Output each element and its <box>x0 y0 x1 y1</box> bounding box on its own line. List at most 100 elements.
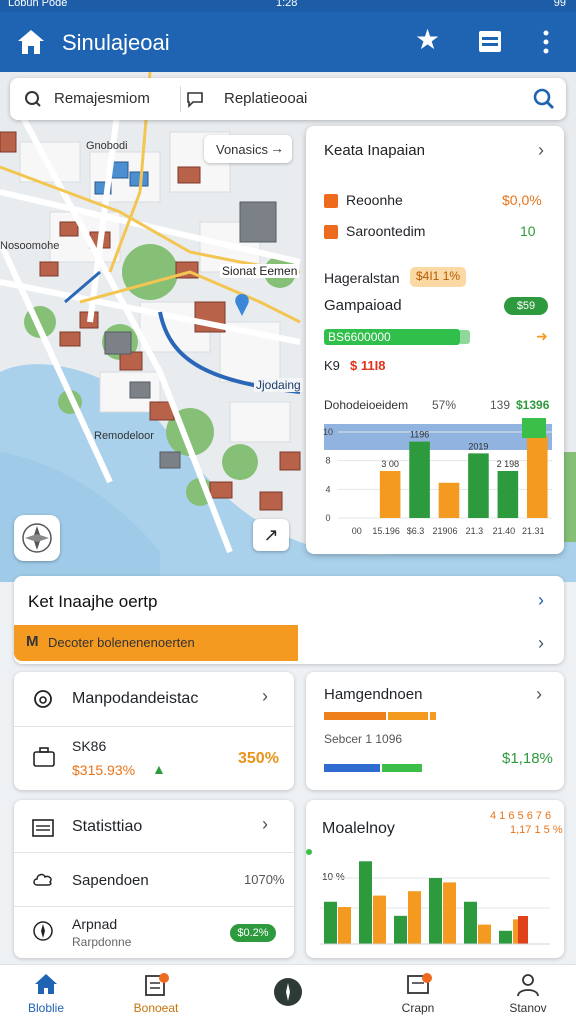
orange-square-icon <box>324 194 338 208</box>
statistics-row3-label: Arpnad <box>72 916 118 932</box>
management-sub-2: $315.93% <box>72 762 136 778</box>
model-bar-green <box>394 915 407 944</box>
status-bar: Lobun Pode 1:28 99 <box>0 0 576 12</box>
row5-label: K9 <box>324 358 340 373</box>
model-bar-green <box>464 901 477 944</box>
app-title: Sinulajeoai <box>62 30 170 55</box>
nav-profile[interactable]: Stanov <box>488 965 568 1024</box>
compass-small-icon <box>33 921 53 941</box>
alert-text: Decoter bolenenenoerten <box>48 635 195 650</box>
alert-bar[interactable]: M Decoter bolenenenoerten <box>14 625 298 661</box>
row1-label: Reoonhe <box>346 192 403 208</box>
y-tick-label: 4 <box>325 484 330 494</box>
chevron-right-icon[interactable]: › <box>538 633 544 654</box>
home-icon[interactable] <box>16 28 46 56</box>
management-card[interactable]: Manpodandeistac › SK86 $315.93% ▲ 350% <box>14 672 294 790</box>
more-vert-icon[interactable] <box>538 28 554 56</box>
statistics-title: Statisttiao <box>72 818 143 835</box>
bar-data-label: 2 198 <box>497 459 520 469</box>
home-icon <box>35 974 57 994</box>
orange-progress-2 <box>388 712 428 720</box>
alert-icon: M <box>26 633 39 650</box>
x-tick-label: 21.3 <box>466 526 484 536</box>
bar-data-label: 2019 <box>468 441 488 451</box>
search-destination[interactable]: Replatieooai <box>186 89 386 109</box>
chart-stat-3: $1396 <box>516 398 550 412</box>
nav-reports[interactable]: Bonoeat <box>116 965 196 1024</box>
profile-icon <box>517 974 539 997</box>
chevron-right-icon[interactable]: › <box>538 590 544 611</box>
model-card[interactable]: Moalelnoy 4 1 6 5 6 7 6 1,17 1 5 % 10 % <box>306 800 564 958</box>
chart-window-icon <box>32 819 54 837</box>
chart-bar <box>497 471 519 518</box>
expand-button[interactable]: ↗ <box>253 519 289 551</box>
panel-bar-chart: 10840003 0015.1961196$6.3 21906201921.32 … <box>323 418 552 536</box>
statistics-row2-label: Sapendoen <box>72 872 149 889</box>
nav-profile-label: Stanov <box>509 1001 547 1015</box>
search-divider <box>180 86 181 112</box>
row1-value: $0,0% <box>502 192 542 208</box>
nav-messages[interactable]: Crapn <box>378 965 458 1024</box>
chevron-right-icon[interactable]: › <box>262 814 268 835</box>
row5-value: $ 11I8 <box>350 358 386 373</box>
model-bar-green <box>499 930 512 944</box>
row2-label: Saroontedim <box>346 223 426 239</box>
x-tick-label: $6.3 <box>407 526 425 536</box>
y-tick-label: 10 <box>323 427 333 437</box>
arrow-icon: ➜ <box>536 328 548 344</box>
progress-card[interactable]: Hamgendnoen › Sebcer 1 1096 $1,18% <box>306 672 564 790</box>
document-icon <box>145 973 169 996</box>
progress-card-title: Hamgendnoen <box>324 686 423 703</box>
search-icon[interactable] <box>531 87 557 111</box>
expand-icon: ↗ <box>263 525 279 545</box>
row4-label: Gampaioad <box>324 297 402 314</box>
y-tick-label: 8 <box>325 456 330 466</box>
divider <box>14 726 294 727</box>
map-chip-button[interactable]: Vonasics → <box>204 135 292 163</box>
chevron-right-icon[interactable]: › <box>262 686 268 707</box>
chart-highlight-band <box>324 424 552 450</box>
map-label-bay: Remodeloor <box>94 430 154 442</box>
search-origin-text: Remajesmiom <box>54 90 150 107</box>
app-bar: Sinulajeoai ★ <box>0 12 576 72</box>
calendar-icon[interactable] <box>478 28 502 54</box>
chart-bar <box>438 482 460 518</box>
search-origin[interactable]: Remajesmiom <box>24 89 174 109</box>
chart-top-bar <box>522 418 546 438</box>
model-bar-green <box>324 901 337 944</box>
chart-bar <box>526 435 548 518</box>
chevron-right-icon[interactable]: › <box>536 684 542 705</box>
star-icon[interactable]: ★ <box>415 26 440 54</box>
map-chip-label: Vonasics <box>216 142 269 157</box>
statistics-card[interactable]: Statisttiao › Sapendoen 1070% Arpnad Rar… <box>14 800 294 958</box>
chart-stat-2: 139 <box>490 398 511 412</box>
bottom-navigation: Bloblie Bonoeat Crapn Stanov <box>0 964 576 1024</box>
bar-data-label: 3 00 <box>381 459 399 469</box>
model-bar-orange <box>478 924 491 944</box>
chart-bar <box>379 471 401 518</box>
chart-title: Dohodeioeidem <box>324 398 409 412</box>
compass-button[interactable] <box>14 515 60 561</box>
statistics-row2-value: 1070% <box>244 872 285 887</box>
map-label-road: Jjodaing <box>254 378 303 392</box>
progress-bar: BS6600000 <box>324 329 460 345</box>
search-circle-icon <box>25 91 41 107</box>
chevron-right-icon[interactable]: › <box>538 140 544 161</box>
map-label-north: Gnobodi <box>86 140 128 152</box>
orange-progress-1 <box>324 712 386 720</box>
model-bar-green <box>359 861 372 944</box>
chat-bubble-icon <box>187 92 203 108</box>
nav-explore[interactable] <box>248 965 328 1024</box>
model-bar-orange <box>373 895 386 944</box>
model-bar-orange <box>408 891 421 944</box>
nav-messages-label: Crapn <box>401 1001 435 1015</box>
series-dot <box>306 849 312 855</box>
panel-title: Keata Inapaian <box>324 142 425 159</box>
compass-icon <box>274 978 302 1006</box>
clock: 1:28 <box>276 0 298 9</box>
nav-home[interactable]: Bloblie <box>6 965 86 1024</box>
model-bar-green <box>429 878 442 944</box>
gauge-icon <box>34 690 52 708</box>
model-value-1: 4 1 6 5 6 7 6 <box>490 810 552 822</box>
blue-progress <box>324 764 380 772</box>
